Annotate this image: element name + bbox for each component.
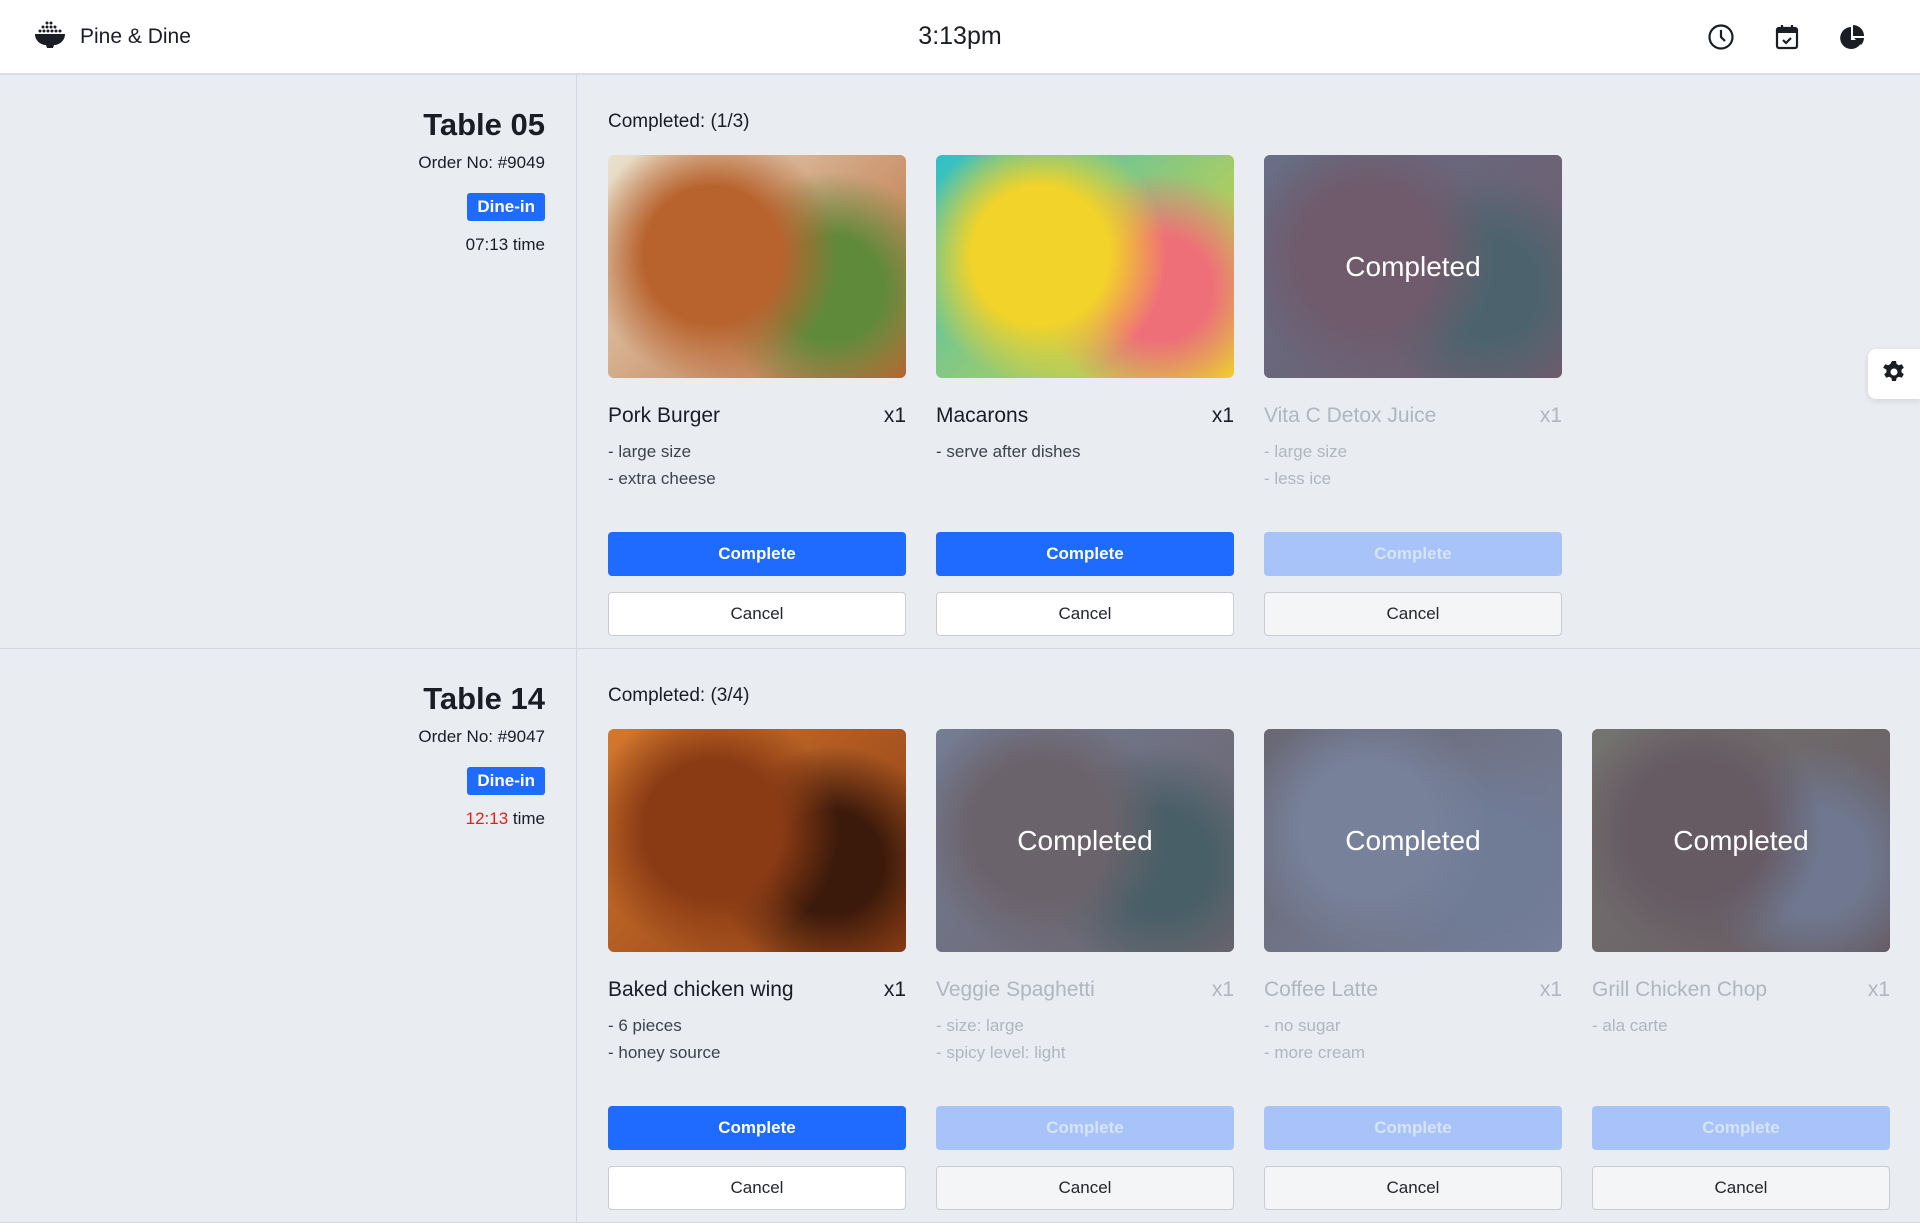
item-notes: - serve after dishes [936, 438, 1234, 518]
cancel-button[interactable]: Cancel [608, 1166, 906, 1210]
order-number: Order No: #9049 [418, 153, 545, 172]
item-note: - more cream [1264, 1043, 1366, 1062]
item-quantity: x1 [1211, 978, 1234, 1001]
order-info: Table 14 Order No: #9047 Dine-in 12:13 t… [0, 649, 577, 1222]
order-item-card: Completed Veggie Spaghetti x1 - size: lar… [936, 729, 1234, 1210]
order-item-card: Completed Grill Chicken Chop x1 - ala car… [1592, 729, 1890, 1210]
order-type-badge: Dine-in [467, 193, 545, 221]
item-name: Veggie Spaghetti [936, 978, 1095, 1001]
complete-button[interactable]: Complete [608, 532, 906, 576]
completed-count: Completed: (3/4) [608, 685, 750, 706]
cancel-button[interactable]: Cancel [1264, 592, 1562, 636]
item-note: - 6 pieces [608, 1016, 682, 1035]
order-item-card: Macarons x1 - serve after dishes Complete… [936, 155, 1234, 636]
item-note: - size: large [936, 1016, 1024, 1035]
item-note: - serve after dishes [936, 442, 1081, 461]
item-note: - large size [608, 442, 692, 461]
item-notes: - 6 pieces - honey source [608, 1012, 906, 1092]
cancel-button[interactable]: Cancel [608, 592, 906, 636]
order-item-card: Completed Coffee Latte x1 - no sugar - mor… [1264, 729, 1562, 1210]
grilled-pork-image [608, 155, 906, 378]
elapsed-time-suffix: time [508, 809, 545, 828]
completed-overlay: Completed [936, 729, 1234, 952]
brand[interactable]: Pine & Dine [34, 20, 191, 54]
order-item-card: Completed Vita C Detox Juice x1 - large s… [1264, 155, 1562, 636]
completed-overlay: Completed [1264, 155, 1562, 378]
cancel-button[interactable]: Cancel [936, 1166, 1234, 1210]
item-quantity: x1 [883, 978, 906, 1001]
item-name: Vita C Detox Juice [1264, 404, 1437, 427]
rice-bowl-icon [34, 20, 66, 54]
juice-image: Completed [1264, 155, 1562, 378]
elapsed-time-suffix: time [508, 235, 545, 254]
item-name: Macarons [936, 404, 1029, 427]
item-quantity: x1 [1539, 978, 1562, 1001]
item-note: - ala carte [1592, 1016, 1668, 1035]
macarons-image [936, 155, 1234, 378]
completed-count: Completed: (1/3) [608, 111, 750, 132]
table-name: Table 05 [423, 107, 545, 142]
elapsed-time: 12:13 time [0, 809, 545, 829]
elapsed-time-value: 07:13 [465, 235, 509, 254]
calendar-check-icon[interactable] [1772, 22, 1802, 52]
order-section: Table 14 Order No: #9047 Dine-in 12:13 t… [0, 649, 1920, 1223]
order-item-card: Pork Burger x1 - large size - extra cheese… [608, 155, 906, 636]
item-quantity: x1 [1867, 978, 1890, 1001]
item-name: Grill Chicken Chop [1592, 978, 1768, 1001]
spaghetti-image: Completed [936, 729, 1234, 952]
cancel-button[interactable]: Cancel [936, 592, 1234, 636]
item-note: - less ice [1264, 469, 1332, 488]
item-quantity: x1 [883, 404, 906, 427]
complete-button[interactable]: Complete [608, 1106, 906, 1150]
item-notes: - ala carte [1592, 1012, 1890, 1092]
settings-button[interactable] [1868, 349, 1920, 399]
clock-icon[interactable] [1706, 22, 1736, 52]
chicken-wings-image [608, 729, 906, 952]
item-notes: - large size - extra cheese [608, 438, 906, 518]
table-name: Table 14 [423, 681, 545, 716]
order-item-card: Baked chicken wing x1 - 6 pieces - honey s… [608, 729, 906, 1210]
order-number: Order No: #9047 [418, 727, 545, 746]
chicken-chop-image: Completed [1592, 729, 1890, 952]
order-section: Table 05 Order No: #9049 Dine-in 07:13 t… [0, 75, 1920, 649]
item-note: - large size [1264, 442, 1348, 461]
complete-button[interactable]: Complete [1592, 1106, 1890, 1150]
completed-overlay: Completed [1592, 729, 1890, 952]
item-note: - extra cheese [608, 469, 716, 488]
elapsed-time: 07:13 time [0, 235, 545, 255]
item-name: Pork Burger [608, 404, 721, 427]
order-type-badge: Dine-in [467, 767, 545, 795]
pie-chart-icon[interactable] [1838, 22, 1868, 52]
latte-image: Completed [1264, 729, 1562, 952]
completed-overlay: Completed [1264, 729, 1562, 952]
top-bar: Pine & Dine 3:13pm [0, 0, 1920, 75]
elapsed-time-value: 12:13 [465, 809, 509, 828]
complete-button[interactable]: Complete [936, 1106, 1234, 1150]
item-name: Coffee Latte [1264, 978, 1379, 1001]
item-name: Baked chicken wing [608, 978, 794, 1001]
item-notes: - large size - less ice [1264, 438, 1562, 518]
complete-button[interactable]: Complete [1264, 532, 1562, 576]
cancel-button[interactable]: Cancel [1592, 1166, 1890, 1210]
item-note: - spicy level: light [936, 1043, 1066, 1062]
order-info: Table 05 Order No: #9049 Dine-in 07:13 t… [0, 75, 577, 648]
cancel-button[interactable]: Cancel [1264, 1166, 1562, 1210]
item-notes: - size: large - spicy level: light [936, 1012, 1234, 1092]
item-quantity: x1 [1211, 404, 1234, 427]
item-note: - no sugar [1264, 1016, 1341, 1035]
item-quantity: x1 [1539, 404, 1562, 427]
item-note: - honey source [608, 1043, 721, 1062]
current-time: 3:13pm [918, 22, 1002, 50]
brand-name: Pine & Dine [80, 24, 191, 48]
item-notes: - no sugar - more cream [1264, 1012, 1562, 1092]
complete-button[interactable]: Complete [936, 532, 1234, 576]
complete-button[interactable]: Complete [1264, 1106, 1562, 1150]
gear-icon [1882, 360, 1906, 389]
